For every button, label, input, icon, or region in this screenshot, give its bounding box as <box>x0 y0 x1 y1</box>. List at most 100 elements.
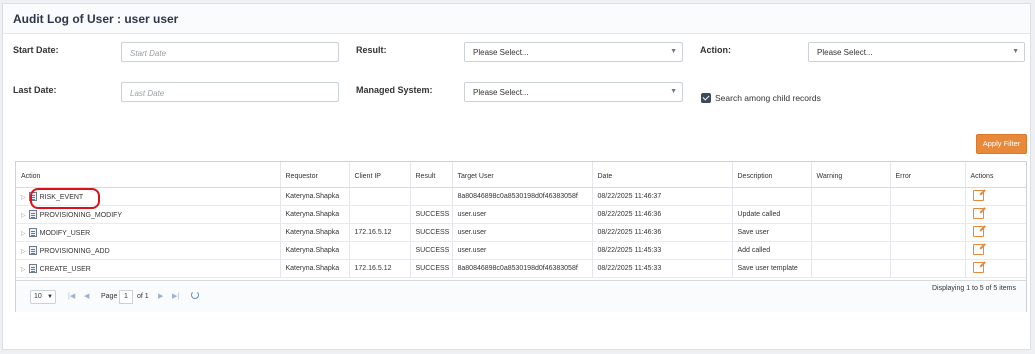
action-select[interactable]: Please Select... ▼ <box>808 42 1025 62</box>
requestor-cell: Kateryna.Shapka <box>280 205 350 224</box>
page-label: Page <box>101 293 118 300</box>
next-page-icon[interactable]: ▶ <box>158 292 163 300</box>
edit-icon[interactable] <box>972 243 984 255</box>
edit-icon[interactable] <box>972 189 984 201</box>
action-cell: ▷ PROVISIONING_ADD <box>16 241 281 260</box>
managed-system-label: Managed System: <box>356 85 433 95</box>
document-icon <box>28 263 37 273</box>
action-cell: ▷ CREATE_USER <box>16 259 281 278</box>
child-records-checkbox[interactable] <box>701 93 711 103</box>
result-select[interactable]: Please Select... ▼ <box>464 42 683 62</box>
column-header-client-ip[interactable]: Client IP <box>349 162 411 188</box>
column-header-description[interactable]: Description <box>732 162 812 188</box>
expand-arrow-icon[interactable]: ▷ <box>21 194 26 201</box>
table-row[interactable]: ▷ PROVISIONING_MODIFY Kateryna.Shapka SUC… <box>16 205 1026 224</box>
panel-header: Audit Log of User : user user <box>3 4 1030 34</box>
client-ip-cell: 172.16.5.12 <box>349 259 411 278</box>
description-cell: Save user <box>732 223 812 242</box>
action-select-value: Please Select... <box>817 48 873 57</box>
column-header-actions: Actions <box>965 162 1026 188</box>
managed-system-select[interactable]: Please Select... ▼ <box>464 82 683 102</box>
expand-arrow-icon[interactable]: ▷ <box>21 212 26 219</box>
error-cell <box>890 223 966 242</box>
edit-icon[interactable] <box>972 225 984 237</box>
result-cell: SUCCESS <box>410 205 453 224</box>
target-user-cell: user.user <box>452 205 593 224</box>
pagination-info: Displaying 1 to 5 of 5 items <box>931 285 1016 292</box>
column-header-date[interactable]: Date <box>592 162 733 188</box>
date-cell: 08/22/2025 11:46:37 <box>592 187 733 206</box>
target-user-cell: 8a80846898c0a8530198d0f46383058f <box>452 187 593 206</box>
start-date-field[interactable] <box>121 42 339 63</box>
result-cell <box>410 187 453 206</box>
refresh-icon[interactable] <box>191 291 199 299</box>
chevron-down-icon: ▼ <box>670 88 677 95</box>
actions-cell <box>965 259 1026 278</box>
last-date-input[interactable] <box>122 84 338 103</box>
client-ip-cell <box>349 241 411 260</box>
date-cell: 08/22/2025 11:45:33 <box>592 259 733 278</box>
actions-cell <box>965 241 1026 260</box>
page-number-input[interactable]: 1 <box>119 290 133 304</box>
edit-icon[interactable] <box>972 261 984 273</box>
actions-cell <box>965 223 1026 242</box>
error-cell <box>890 241 966 260</box>
document-icon <box>28 245 37 255</box>
table-row[interactable]: ▷ CREATE_USER Kateryna.Shapka 172.16.5.12… <box>16 259 1026 278</box>
highlight-annotation <box>30 188 100 209</box>
page-size-select[interactable]: 10 ▼ <box>30 290 56 304</box>
description-cell: Update called <box>732 205 812 224</box>
last-date-label: Last Date: <box>13 85 57 95</box>
result-cell: SUCCESS <box>410 241 453 260</box>
error-cell <box>890 187 966 206</box>
column-header-action[interactable]: Action <box>16 162 281 188</box>
audit-log-panel: Audit Log of User : user user Start Date… <box>2 3 1031 350</box>
child-records-label: Search among child records <box>715 93 821 103</box>
column-header-requestor[interactable]: Requestor <box>280 162 350 188</box>
first-page-icon[interactable]: |◀ <box>68 292 75 300</box>
warning-cell <box>811 205 891 224</box>
date-cell: 08/22/2025 11:46:36 <box>592 205 733 224</box>
apply-filter-button[interactable]: Apply Filter <box>976 134 1027 154</box>
last-page-icon[interactable]: ▶| <box>172 292 179 300</box>
edit-icon[interactable] <box>972 207 984 219</box>
result-cell: SUCCESS <box>410 223 453 242</box>
column-header-warning[interactable]: Warning <box>811 162 891 188</box>
warning-cell <box>811 223 891 242</box>
prev-page-icon[interactable]: ◀ <box>84 292 89 300</box>
column-header-result[interactable]: Result <box>410 162 453 188</box>
document-icon <box>28 209 37 219</box>
warning-cell <box>811 259 891 278</box>
warning-cell <box>811 187 891 206</box>
chevron-down-icon: ▼ <box>47 294 53 300</box>
column-header-error[interactable]: Error <box>890 162 966 188</box>
page-size-value: 10 <box>34 293 42 300</box>
requestor-cell: Kateryna.Shapka <box>280 259 350 278</box>
start-date-input[interactable] <box>122 44 338 63</box>
result-select-value: Please Select... <box>473 48 529 57</box>
document-icon <box>28 227 37 237</box>
result-label: Result: <box>356 45 387 55</box>
client-ip-cell: 172.16.5.12 <box>349 223 411 242</box>
date-cell: 08/22/2025 11:45:33 <box>592 241 733 260</box>
last-date-field[interactable] <box>121 82 339 103</box>
column-header-target-user[interactable]: Target User <box>452 162 593 188</box>
client-ip-cell <box>349 187 411 206</box>
requestor-cell: Kateryna.Shapka <box>280 223 350 242</box>
target-user-cell: user.user <box>452 241 593 260</box>
requestor-cell: Kateryna.Shapka <box>280 241 350 260</box>
target-user-cell: user.user <box>452 223 593 242</box>
managed-system-select-value: Please Select... <box>473 88 529 97</box>
table-row[interactable]: ▷ PROVISIONING_ADD Kateryna.Shapka SUCCES… <box>16 241 1026 260</box>
action-label: Action: <box>700 45 731 55</box>
result-cell: SUCCESS <box>410 259 453 278</box>
action-name: MODIFY_USER <box>39 229 91 237</box>
table-row[interactable]: ▷ RISK_EVENT Kateryna.Shapka 8a80846898c0… <box>16 187 1026 206</box>
chevron-down-icon: ▼ <box>1012 48 1019 55</box>
page-title: Audit Log of User : user user <box>13 12 179 26</box>
expand-arrow-icon[interactable]: ▷ <box>21 248 26 255</box>
target-user-cell: 8a80846898c0a8530198d0f46383058f <box>452 259 593 278</box>
expand-arrow-icon[interactable]: ▷ <box>21 230 26 237</box>
expand-arrow-icon[interactable]: ▷ <box>21 266 26 273</box>
table-row[interactable]: ▷ MODIFY_USER Kateryna.Shapka 172.16.5.12… <box>16 223 1026 242</box>
